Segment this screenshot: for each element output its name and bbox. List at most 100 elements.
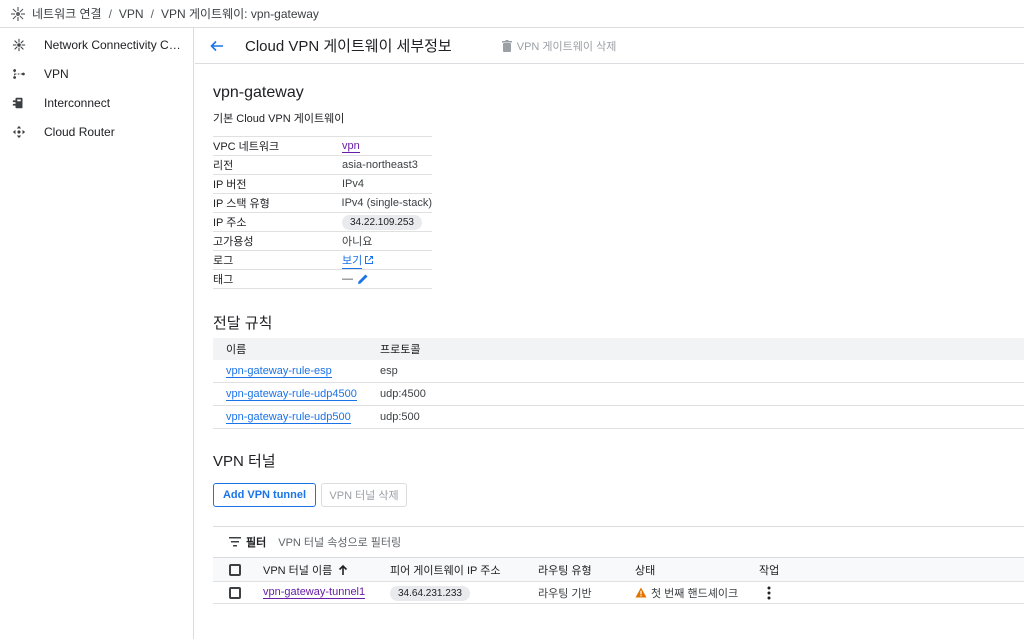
page-header: Cloud VPN 게이트웨이 세부정보 VPN 게이트웨이 삭제 [195,28,1024,64]
property-value: IPv4 [342,178,365,190]
sidebar-item-ncc[interactable]: Network Connectivity Cen... [0,31,193,59]
logs-link-label[interactable]: 보기 [342,252,363,269]
tags-empty: — [342,273,353,285]
table-row: vpn-gateway-rule-udp500 udp:500 [213,406,1024,429]
property-row: 리전 asia-northeast3 [213,156,432,175]
breadcrumb: 네트워크 연결 / VPN / VPN 게이트웨이: vpn-gateway [0,0,1024,28]
property-row: 로그 보기 [213,251,432,270]
column-header-name[interactable]: 이름 [213,341,380,357]
warning-icon [635,587,647,598]
property-key: IP 버전 [213,179,247,191]
external-link-icon [365,256,374,264]
column-header-status[interactable]: 상태 [635,562,759,578]
peer-ip-chip: 34.64.231.233 [390,585,470,601]
forwarding-rules-table: 이름 프로토콜 vpn-gateway-rule-esp esp vpn-gat… [213,338,1024,429]
router-icon [11,124,27,140]
table-header: VPN 터널 이름 피어 게이트웨이 IP 주소 라우팅 유형 상태 작업 [213,558,1024,582]
property-row: 태그 — [213,270,432,289]
column-header-actions: 작업 [759,564,780,577]
property-key: 고가용성 [213,236,254,248]
property-row: IP 버전 IPv4 [213,175,432,194]
delete-vpn-tunnel-button[interactable]: VPN 터널 삭제 [321,483,407,507]
forwarding-rule-protocol: esp [380,365,398,377]
filter-label: 필터 [246,537,267,549]
filter-bar[interactable]: 필터 VPN 터널 속성으로 필터링 [213,526,1024,558]
gateway-subtitle: 기본 Cloud VPN 게이트웨이 [213,113,345,125]
property-row: IP 스택 유형 IPv4 (single-stack) [213,194,432,213]
status-text: 첫 번째 핸드셰이크 [651,587,739,600]
ip-address-value: 34.22.109.253 [342,214,422,230]
row-checkbox[interactable] [229,586,241,599]
column-header-tunnel-name[interactable]: VPN 터널 이름 [263,562,390,578]
page-title: Cloud VPN 게이트웨이 세부정보 [245,38,452,55]
column-header-protocol[interactable]: 프로토콜 [380,341,420,357]
table-row: vpn-gateway-rule-esp esp [213,360,1024,383]
forwarding-rule-link[interactable]: vpn-gateway-rule-esp [226,365,332,378]
gateway-name: vpn-gateway [213,84,304,101]
select-all-checkbox[interactable] [229,563,241,576]
property-key: IP 스택 유형 [213,198,270,210]
property-value: 아니요 [342,236,373,248]
property-row: VPC 네트워크 vpn [213,137,432,156]
sidebar-item-label: Cloud Router [44,125,115,139]
forwarding-rule-protocol: udp:500 [380,411,420,423]
vpn-tunnels-title: VPN 터널 [213,453,276,470]
table-row: vpn-gateway-rule-udp4500 udp:4500 [213,383,1024,406]
arrow-left-icon [210,40,223,51]
table-row: vpn-gateway-tunnel1 34.64.231.233 라우팅 기반… [213,582,1024,604]
vpc-network-link[interactable]: vpn [342,140,360,153]
table-header: 이름 프로토콜 [213,338,1024,360]
tags-value: — [342,273,369,285]
filter-icon [229,537,241,547]
delete-gateway-button[interactable]: VPN 게이트웨이 삭제 [501,38,617,54]
breadcrumb-vpn[interactable]: VPN [119,7,144,21]
peer-ip-cell: 34.64.231.233 [390,585,538,601]
gateway-properties: VPC 네트워크 vpn 리전 asia-northeast3 IP 버전 IP… [213,136,432,289]
routing-type-cell: 라우팅 기반 [538,587,592,600]
logs-link[interactable]: 보기 [342,252,374,269]
trash-icon [501,39,512,52]
forwarding-rule-link[interactable]: vpn-gateway-rule-udp4500 [226,388,357,401]
column-header-tunnel-name-label: VPN 터널 이름 [263,564,333,577]
sidebar-item-cloud-router[interactable]: Cloud Router [0,118,193,146]
sort-arrow-up-icon [339,564,348,575]
delete-gateway-label: VPN 게이트웨이 삭제 [516,40,617,53]
property-key: 로그 [213,255,234,267]
breadcrumb-network[interactable]: 네트워크 연결 [32,5,102,22]
forwarding-rules-title: 전달 규칙 [213,315,273,332]
sidebar-item-vpn[interactable]: VPN [0,60,193,88]
property-key: 리전 [213,160,234,172]
breadcrumb-separator: / [108,6,112,21]
vpc-network-value[interactable]: vpn [342,140,360,153]
status-cell: 첫 번째 핸드셰이크 [635,585,759,601]
column-header-routing[interactable]: 라우팅 유형 [538,562,635,578]
edit-pencil-icon[interactable] [357,273,369,285]
back-button[interactable] [207,36,227,56]
column-header-peer-ip[interactable]: 피어 게이트웨이 IP 주소 [390,562,538,578]
forwarding-rule-protocol: udp:4500 [380,388,426,400]
filter-input[interactable]: VPN 터널 속성으로 필터링 [278,534,401,550]
property-row: IP 주소 34.22.109.253 [213,213,432,232]
sidebar-item-interconnect[interactable]: Interconnect [0,89,193,117]
property-value: asia-northeast3 [342,159,418,171]
property-key: VPC 네트워크 [213,141,280,153]
breadcrumb-gateway: VPN 게이트웨이: vpn-gateway [160,7,319,21]
ip-address-chip: 34.22.109.253 [342,214,422,230]
more-vert-icon[interactable] [759,586,779,600]
property-row: 고가용성 아니요 [213,232,432,251]
property-key: IP 주소 [213,217,247,229]
vpn-icon [11,66,27,82]
vpn-tunnels-table: VPN 터널 이름 피어 게이트웨이 IP 주소 라우팅 유형 상태 작업 vp… [213,558,1024,604]
sidebar-item-label: Interconnect [44,96,111,110]
network-hub-icon [11,37,27,53]
interconnect-icon [11,95,27,111]
network-hub-icon [11,6,25,21]
sidebar: Network Connectivity Cen... VPN Intercon… [0,28,194,639]
breadcrumb-separator: / [150,6,154,21]
forwarding-rule-link[interactable]: vpn-gateway-rule-udp500 [226,411,351,424]
property-value: IPv4 (single-stack) [341,197,432,209]
property-key: 태그 [213,274,234,286]
add-vpn-tunnel-button[interactable]: Add VPN tunnel [213,483,316,507]
sidebar-item-label: VPN [44,67,69,81]
vpn-tunnel-link[interactable]: vpn-gateway-tunnel1 [263,586,366,599]
